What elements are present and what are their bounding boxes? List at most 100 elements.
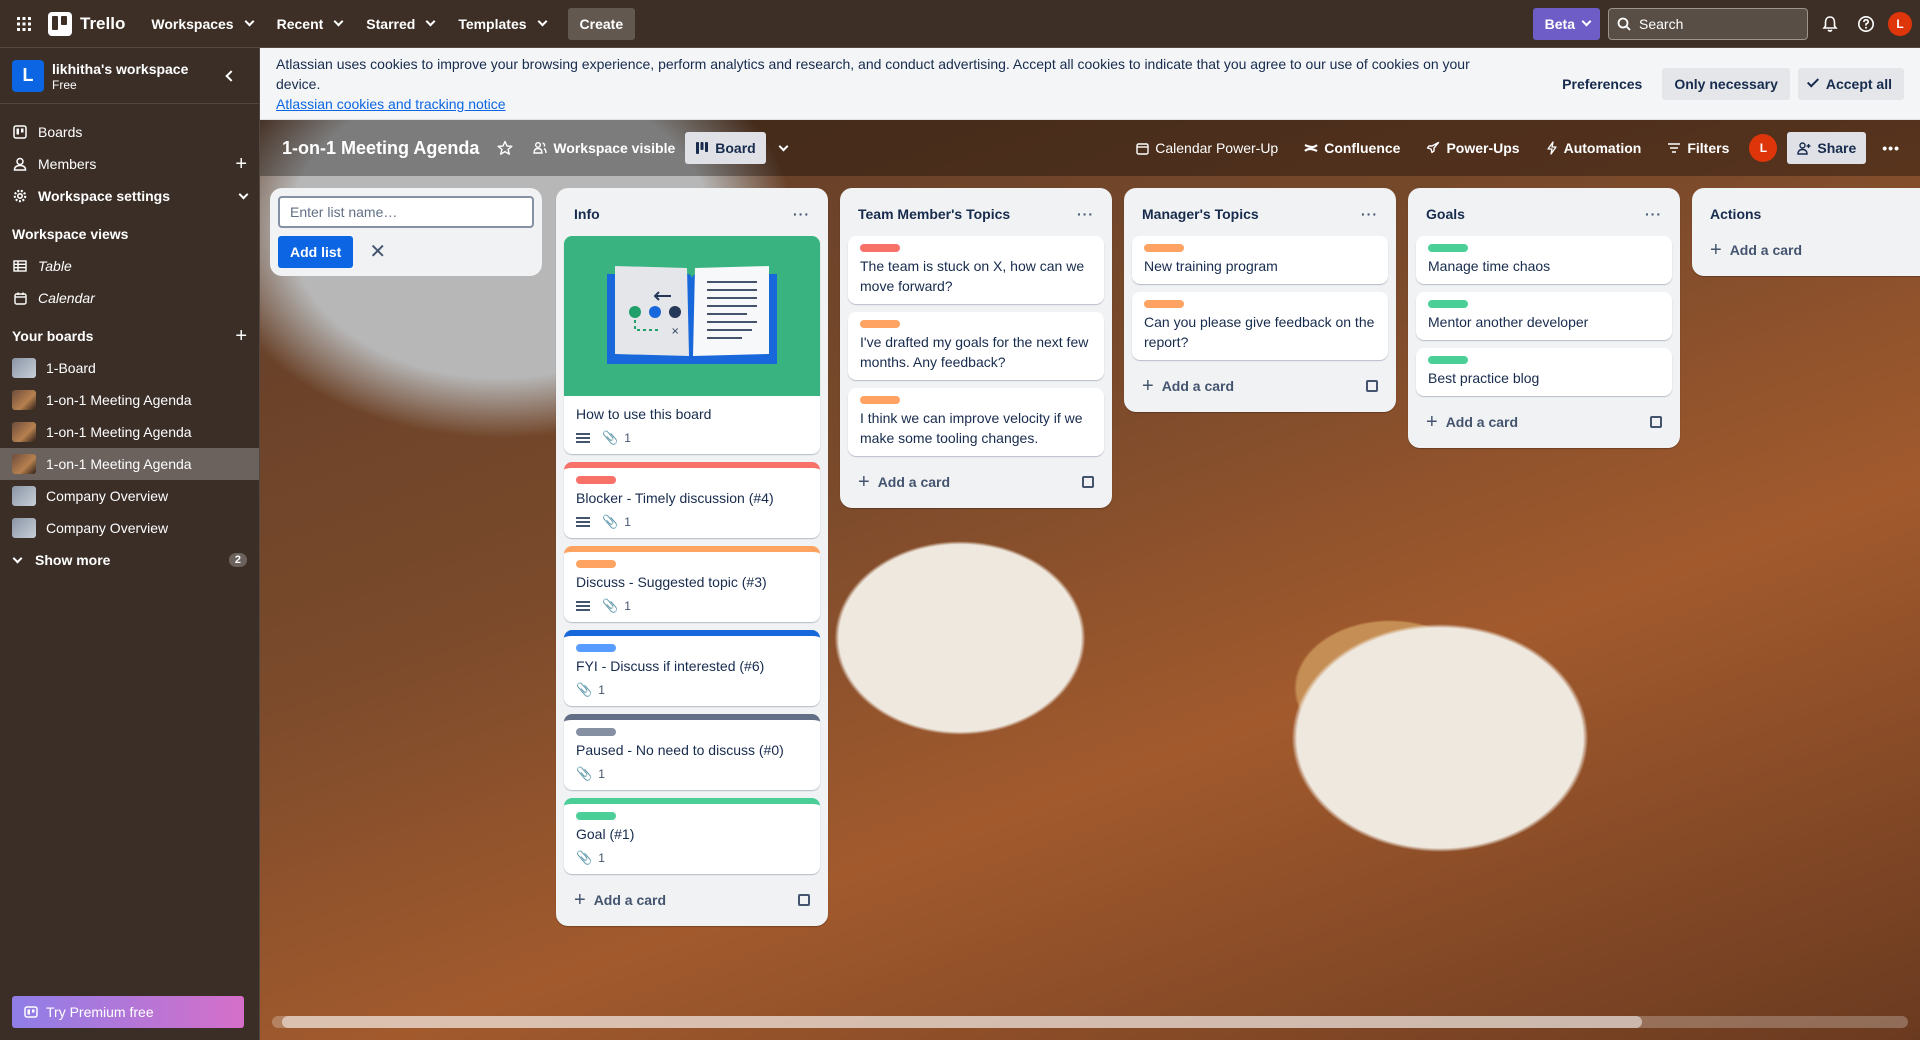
card-label[interactable] <box>860 396 900 404</box>
create-button[interactable]: Create <box>567 7 636 40</box>
starred-menu[interactable]: Starred <box>356 8 444 40</box>
sidebar-board-item[interactable]: 1-on-1 Meeting Agenda <box>0 416 259 448</box>
card-label[interactable] <box>860 244 900 252</box>
add-board-icon[interactable]: + <box>235 326 247 346</box>
automation-button[interactable]: Automation <box>1536 132 1652 164</box>
list-menu-icon[interactable]: ··· <box>793 206 810 222</box>
card-template-icon[interactable] <box>1650 416 1662 428</box>
card[interactable]: Can you please give feedback on the repo… <box>1132 292 1388 360</box>
workspaces-menu[interactable]: Workspaces <box>141 8 262 40</box>
list-menu-icon[interactable]: ··· <box>1645 206 1662 222</box>
card[interactable]: Discuss - Suggested topic (#3) 📎 1 <box>564 546 820 622</box>
board-menu-button[interactable]: ••• <box>1872 132 1910 164</box>
confluence-label: Confluence <box>1324 140 1401 156</box>
user-avatar[interactable]: L <box>1888 11 1912 36</box>
card-body: The team is stuck on X, how can we move … <box>848 236 1104 304</box>
list-header[interactable]: Info ··· <box>564 196 820 232</box>
sidebar-board-item[interactable]: Company Overview <box>0 512 259 544</box>
cookie-notice-link[interactable]: Atlassian cookies and tracking notice <box>276 94 1510 114</box>
list-header[interactable]: Actions <box>1700 196 1920 232</box>
confluence-button[interactable]: Confluence <box>1294 132 1410 164</box>
add-list-button[interactable]: Add list <box>278 236 354 268</box>
list-header[interactable]: Team Member's Topics ··· <box>848 196 1104 232</box>
templates-menu[interactable]: Templates <box>448 8 555 40</box>
sidebar-board-item[interactable]: 1-Board <box>0 352 259 384</box>
card-template-icon[interactable] <box>1082 476 1094 488</box>
card[interactable]: Goal (#1) 📎 1 <box>564 798 820 874</box>
card-label[interactable] <box>860 320 900 328</box>
list-header[interactable]: Manager's Topics ··· <box>1132 196 1388 232</box>
board-view-button[interactable]: Board <box>685 132 766 164</box>
horizontal-scrollbar[interactable] <box>272 1016 1908 1028</box>
sidebar-item-table[interactable]: Table <box>0 250 259 282</box>
card[interactable]: I've drafted my goals for the next few m… <box>848 312 1104 380</box>
sidebar-board-item-active[interactable]: 1-on-1 Meeting Agenda <box>0 448 259 480</box>
card[interactable]: FYI - Discuss if interested (#6) 📎 1 <box>564 630 820 706</box>
workspace-name[interactable]: likhitha's workspace <box>52 60 188 78</box>
card[interactable]: Best practice blog <box>1416 348 1672 396</box>
card-label[interactable] <box>1144 244 1184 252</box>
powerups-button[interactable]: Power-Ups <box>1416 132 1529 164</box>
card-label[interactable] <box>1428 244 1468 252</box>
card-label[interactable] <box>576 812 616 820</box>
try-premium-button[interactable]: Try Premium free <box>12 996 244 1028</box>
card[interactable]: The team is stuck on X, how can we move … <box>848 236 1104 304</box>
card[interactable]: I think we can improve velocity if we ma… <box>848 388 1104 456</box>
add-card-button[interactable]: + Add a card <box>1132 368 1388 404</box>
sidebar-board-item[interactable]: Company Overview <box>0 480 259 512</box>
add-card-button[interactable]: + Add a card <box>564 882 820 918</box>
help-icon[interactable] <box>1852 10 1880 38</box>
card[interactable]: Mentor another developer <box>1416 292 1672 340</box>
sidebar-item-label: Members <box>38 156 97 172</box>
only-necessary-button[interactable]: Only necessary <box>1662 67 1790 100</box>
card-label[interactable] <box>576 560 616 568</box>
card[interactable]: New training program <box>1132 236 1388 284</box>
collapse-sidebar-button[interactable] <box>215 60 247 92</box>
notifications-icon[interactable] <box>1816 10 1844 38</box>
card-label[interactable] <box>1428 300 1468 308</box>
list-menu-icon[interactable]: ··· <box>1361 206 1378 222</box>
list-name-input[interactable]: Enter list name… <box>278 196 534 228</box>
card-label[interactable] <box>576 476 616 484</box>
add-member-icon[interactable]: + <box>235 154 247 174</box>
board-title[interactable]: 1-on-1 Meeting Agenda <box>280 138 487 159</box>
card[interactable]: Blocker - Timely discussion (#4) 📎 1 <box>564 462 820 538</box>
scrollbar-thumb[interactable] <box>282 1016 1642 1028</box>
card-template-icon[interactable] <box>1366 380 1378 392</box>
star-board-button[interactable] <box>487 132 523 164</box>
card-label[interactable] <box>1428 356 1468 364</box>
card-title: Discuss - Suggested topic (#3) <box>576 574 767 590</box>
app-switcher-icon[interactable] <box>8 8 40 40</box>
add-card-button[interactable]: + Add a card <box>848 464 1104 500</box>
view-switcher-button[interactable] <box>766 132 797 164</box>
card-label[interactable] <box>576 728 616 736</box>
add-card-button[interactable]: + Add a card <box>1700 232 1920 268</box>
close-icon[interactable]: ✕ <box>369 242 386 262</box>
filters-button[interactable]: Filters <box>1657 132 1739 164</box>
show-more-button[interactable]: Show more 2 <box>0 544 259 576</box>
beta-button[interactable]: Beta <box>1532 7 1600 40</box>
trello-logo[interactable]: Trello <box>48 11 125 36</box>
accept-all-button[interactable]: Accept all <box>1797 67 1904 100</box>
sidebar-item-boards[interactable]: Boards <box>0 116 259 148</box>
sidebar-item-calendar[interactable]: Calendar <box>0 282 259 314</box>
card-label[interactable] <box>576 644 616 652</box>
preferences-button[interactable]: Preferences <box>1550 68 1654 100</box>
add-card-button[interactable]: + Add a card <box>1416 404 1672 440</box>
sidebar-item-members[interactable]: Members + <box>0 148 259 180</box>
share-button[interactable]: Share <box>1787 132 1867 164</box>
sidebar-item-settings[interactable]: Workspace settings <box>0 180 259 212</box>
visibility-button[interactable]: Workspace visible <box>523 132 685 164</box>
board-member-avatar[interactable]: L <box>1749 134 1778 162</box>
list-menu-icon[interactable]: ··· <box>1077 206 1094 222</box>
card[interactable]: Manage time chaos <box>1416 236 1672 284</box>
card-label[interactable] <box>1144 300 1184 308</box>
recent-menu[interactable]: Recent <box>267 8 353 40</box>
calendar-powerup-button[interactable]: Calendar Power-Up <box>1126 132 1288 164</box>
card-template-icon[interactable] <box>798 894 810 906</box>
card[interactable]: × How to use this board 📎 1 <box>564 236 820 454</box>
sidebar-board-item[interactable]: 1-on-1 Meeting Agenda <box>0 384 259 416</box>
card[interactable]: Paused - No need to discuss (#0) 📎 1 <box>564 714 820 790</box>
search-input[interactable]: Search <box>1608 7 1808 40</box>
list-header[interactable]: Goals ··· <box>1416 196 1672 232</box>
